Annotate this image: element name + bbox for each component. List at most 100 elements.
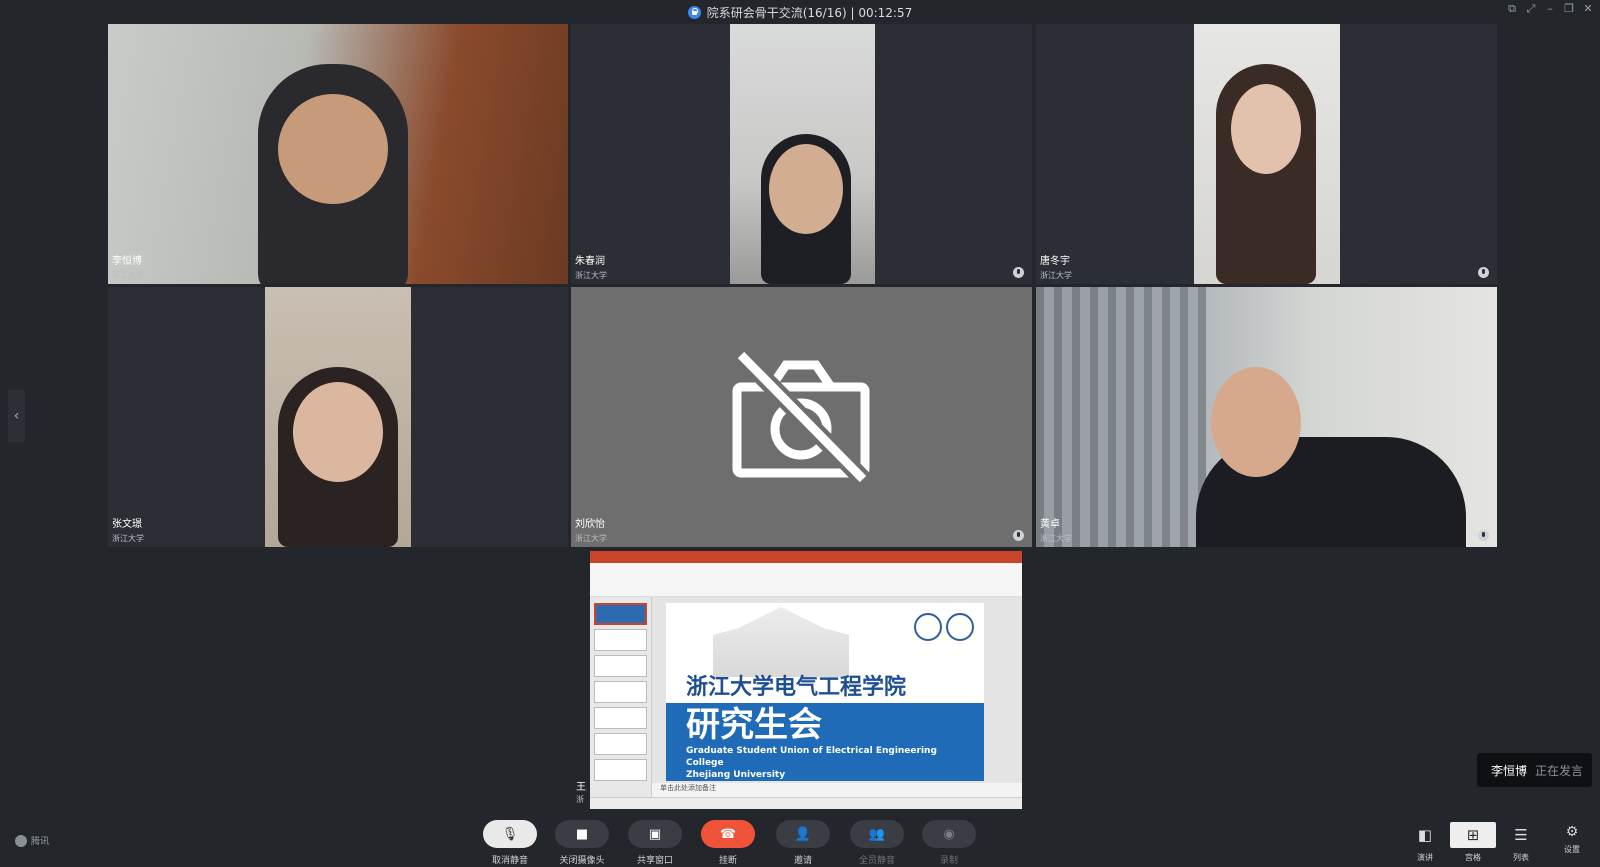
sidebar-toggle-button[interactable]: ‹ [8,390,25,442]
share-window-icon: ▣ [628,820,682,848]
participant-video [293,382,383,482]
view-label: 宫格 [1465,853,1481,862]
hangup-button[interactable]: ☎ 挂断 [692,820,764,866]
toolbar-label: 关闭摄像头 [559,856,605,866]
mic-status-icon [1013,530,1024,541]
minimize-icon[interactable]: – [1544,3,1556,15]
close-icon[interactable]: ✕ [1582,3,1594,15]
participant-org: 浙江大学 [1040,271,1072,280]
window-title: 院系研会骨干交流(16/16) | 00:12:57 [706,5,913,20]
participant-org: 浙江大学 [112,534,144,543]
ppt-ribbon [590,563,1022,597]
slide-thumbnail [594,733,647,755]
slide-thumbnails [590,597,652,797]
slide-thumbnail [594,759,647,781]
participant-org: 浙江大学 [1040,534,1072,543]
settings-button[interactable]: ⚙ 设置 [1558,824,1586,855]
participant-org: 浙江大学 [112,271,144,280]
slide-thumbnail [594,707,647,729]
gear-icon: ⚙ [1565,824,1579,840]
meeting-toolbar: 腾讯 🎙 取消静音 ■ 关闭摄像头 ▣ 共享窗口 ☎ 挂断 👤 邀请 👥 全员静… [0,812,1600,867]
record-icon: ◉ [922,820,976,848]
participant-name: 黄卓 [1040,519,1060,530]
ppt-notes: 单击此处添加备注 [652,783,1022,797]
video-tile[interactable]: 李恒博 浙江大学 [108,24,568,284]
video-tile[interactable]: 张文璟 浙江大学 [108,287,568,547]
grid-view-button[interactable]: ⊞ 宫格 [1450,822,1496,863]
brand-logo: 腾讯 [15,834,49,847]
participant-name: 李恒博 [112,256,142,267]
mic-icon: 🎙 [483,820,537,848]
toolbar-label: 全员静音 [858,856,895,866]
participant-org: 浙江大学 [575,534,607,543]
record-button[interactable]: ◉ 录制 [913,820,985,866]
window-controls: ⧉ ⤢ – ❐ ✕ [1506,3,1594,15]
fullscreen-icon[interactable]: ⤢ [1525,3,1537,15]
mic-status-icon [1013,267,1024,278]
video-tile[interactable]: 朱春润 浙江大学 [571,24,1032,284]
slide-thumbnail [594,603,647,625]
lock-icon [687,5,701,19]
meeting-window: 院系研会骨干交流(16/16) | 00:12:57 ⧉ ⤢ – ❐ ✕ ‹ 李… [0,0,1600,867]
slide-thumbnail [594,655,647,677]
slide-band-en-1: Graduate Student Union of Electrical Eng… [686,746,937,768]
list-view-icon: ☰ [1514,826,1528,844]
participant-name: 张文璟 [112,519,142,530]
participant-video [769,144,843,234]
current-slide: 浙江大学电气工程学院 研究生会 Graduate Student Union o… [666,603,984,781]
view-label: 列表 [1513,853,1529,862]
slide-thumbnail [594,681,647,703]
speaker-name: 李恒博 [1491,763,1528,778]
participant-name: 王 [576,782,586,793]
mic-status-icon [1478,530,1489,541]
ppt-titlebar [590,551,1022,563]
toolbar-label: 邀请 [793,856,812,866]
participant-name: 朱春润 [575,256,605,267]
slide-band: 研究生会 Graduate Student Union of Electrica… [666,703,984,781]
participant-video [1211,367,1301,477]
video-tile[interactable]: 黄卓 浙江大学 [1036,287,1497,547]
gate-illustration [713,607,849,677]
participant-video [278,94,388,204]
list-view-button[interactable]: ☰ 列表 [1498,822,1544,863]
slide-thumbnail [594,629,647,651]
view-label: 演讲 [1417,853,1433,862]
university-logo-icon [914,613,942,641]
ppt-status-bar [590,797,1022,809]
participant-org: 浙江大学 [575,271,607,280]
camera-off-icon [732,349,870,485]
invite-button[interactable]: 👤 邀请 [767,820,839,866]
mute-all-button[interactable]: 👥 全员静音 [841,820,913,866]
logo-icon [15,834,27,847]
participant-org: 浙 [576,795,584,804]
unmute-button[interactable]: 🎙 取消静音 [474,820,546,866]
union-logo-icon [946,613,974,641]
stop-camera-button[interactable]: ■ 关闭摄像头 [546,820,618,866]
slide-title: 浙江大学电气工程学院 [686,675,907,700]
share-window-button[interactable]: ▣ 共享窗口 [619,820,691,866]
video-tile[interactable]: 刘欣怡 浙江大学 [571,287,1032,547]
grid-view-icon: ⊞ [1450,822,1496,848]
toolbar-label: 取消静音 [491,856,528,866]
toolbar-label: 录制 [939,856,958,866]
speaking-indicator: 李恒博 正在发言 [1477,753,1592,787]
hangup-icon: ☎ [701,820,755,848]
participant-name: 刘欣怡 [575,519,605,530]
toolbar-label: 挂断 [718,856,737,866]
popout-icon[interactable]: ⧉ [1506,3,1518,15]
mute-all-icon: 👥 [850,820,904,848]
restore-icon[interactable]: ❐ [1563,3,1575,15]
title-bar: 院系研会骨干交流(16/16) | 00:12:57 ⧉ ⤢ – ❐ ✕ [0,0,1600,24]
shared-screen[interactable]: 浙江大学电气工程学院 研究生会 Graduate Student Union o… [590,551,1022,809]
speaker-view-icon: ◧ [1417,826,1433,844]
speaker-view-button[interactable]: ◧ 演讲 [1402,822,1448,863]
chevron-left-icon: ‹ [13,408,20,424]
invite-icon: 👤 [776,820,830,848]
camera-icon: ■ [555,820,609,848]
toolbar-label: 共享窗口 [636,856,673,866]
video-tile[interactable]: 唐冬宇 浙江大学 [1036,24,1497,284]
participant-name: 唐冬宇 [1040,256,1070,267]
settings-label: 设置 [1564,845,1580,854]
mic-status-icon [1478,267,1489,278]
brand-text: 腾讯 [31,837,50,847]
